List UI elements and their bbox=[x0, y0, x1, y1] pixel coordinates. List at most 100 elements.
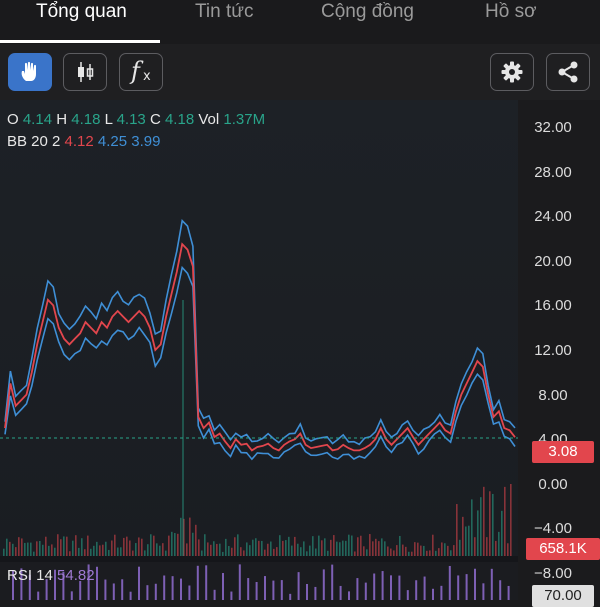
y-axis-label: 20.00 bbox=[534, 253, 572, 270]
volume-bar bbox=[462, 516, 464, 556]
rsi-bar bbox=[297, 572, 300, 600]
rsi-bar bbox=[154, 583, 157, 600]
volume-bar bbox=[195, 524, 197, 556]
volume-bar bbox=[330, 539, 332, 556]
price-chart[interactable] bbox=[0, 100, 600, 600]
volume-bar bbox=[258, 540, 260, 556]
rsi-bar bbox=[180, 578, 182, 600]
volume-bar bbox=[192, 532, 194, 556]
rsi-bar bbox=[440, 585, 443, 600]
volume-bar bbox=[93, 545, 95, 556]
volume-bar bbox=[210, 544, 212, 556]
rsi-bar bbox=[482, 583, 485, 600]
volume-bar bbox=[207, 542, 209, 556]
volume-bar bbox=[381, 538, 383, 556]
volume-bar bbox=[327, 550, 329, 556]
volume-bar bbox=[27, 542, 29, 556]
volume-bar bbox=[339, 542, 341, 556]
rsi-bar bbox=[423, 576, 426, 600]
rsi-bar bbox=[390, 575, 392, 600]
rsi-bar bbox=[196, 565, 199, 600]
tab-community[interactable]: Cộng đồng bbox=[321, 0, 414, 36]
rsi-bar bbox=[138, 566, 140, 600]
volume-bar bbox=[9, 541, 11, 556]
tab-profile[interactable]: Hồ sơ bbox=[485, 0, 537, 36]
volume-bar bbox=[387, 546, 389, 556]
rsi-bar bbox=[507, 585, 510, 600]
volume-bar bbox=[306, 551, 308, 556]
volume-bar bbox=[219, 543, 221, 556]
volume-bar bbox=[105, 541, 107, 556]
volume-bar bbox=[42, 544, 44, 556]
volume-bar bbox=[423, 545, 425, 556]
volume-bar bbox=[393, 550, 395, 556]
volume-tag: 658.1K bbox=[526, 538, 600, 560]
volume-bar bbox=[45, 536, 47, 556]
volume-bar bbox=[225, 538, 227, 556]
volume-bar bbox=[141, 538, 143, 556]
volume-bar bbox=[489, 491, 491, 556]
rsi-bar bbox=[238, 564, 241, 600]
volume-bar bbox=[312, 536, 314, 556]
tab-overview[interactable]: Tổng quan bbox=[36, 0, 127, 36]
rsi-bar bbox=[146, 585, 149, 600]
volume-bar bbox=[174, 533, 176, 556]
volume-bar bbox=[243, 550, 245, 556]
volume-bar bbox=[369, 534, 371, 556]
volume-bar bbox=[222, 551, 224, 556]
volume-bar bbox=[468, 525, 470, 556]
rsi-bar bbox=[96, 566, 98, 600]
volume-bar bbox=[426, 550, 428, 556]
rsi-bar bbox=[264, 576, 266, 600]
volume-bar bbox=[342, 540, 344, 556]
volume-bar bbox=[201, 550, 203, 556]
volume-bar bbox=[78, 547, 80, 556]
y-axis-label: −4.00 bbox=[534, 520, 572, 537]
volume-bar bbox=[246, 542, 248, 556]
volume-bar bbox=[75, 535, 77, 556]
rsi-bar bbox=[171, 576, 174, 600]
rsi-bar bbox=[129, 591, 132, 600]
chart-area[interactable]: O 4.14 H 4.18 L 4.13 C 4.18 Vol 1.37M BB… bbox=[0, 100, 600, 607]
volume-bar bbox=[384, 541, 386, 556]
rsi-bar bbox=[222, 573, 224, 600]
rsi-bar bbox=[188, 585, 191, 600]
volume-bar bbox=[213, 541, 215, 556]
indicators-button[interactable]: f x bbox=[119, 53, 163, 91]
volume-bar bbox=[399, 535, 401, 556]
volume-bar bbox=[324, 538, 326, 556]
volume-bar bbox=[15, 547, 17, 556]
volume-bar bbox=[30, 542, 32, 556]
volume-bar bbox=[159, 545, 161, 556]
volume-bar bbox=[411, 551, 413, 556]
active-tab-indicator bbox=[0, 40, 160, 43]
volume-bar bbox=[336, 541, 338, 556]
rsi-bar bbox=[205, 565, 208, 600]
rsi-bar bbox=[306, 584, 308, 600]
volume-bar bbox=[264, 549, 266, 556]
volume-bar bbox=[276, 547, 278, 556]
crosshair-button[interactable] bbox=[8, 53, 52, 91]
volume-bar bbox=[102, 544, 104, 556]
volume-bar bbox=[354, 551, 356, 556]
volume-bar bbox=[408, 551, 410, 556]
volume-bar bbox=[510, 484, 512, 556]
volume-bar bbox=[162, 543, 164, 556]
rsi-bar bbox=[499, 580, 502, 600]
rsi-bar bbox=[381, 571, 384, 600]
y-axis-label: −8.00 bbox=[534, 565, 572, 582]
volume-bar bbox=[297, 543, 299, 556]
volume-bar bbox=[168, 535, 170, 556]
share-button[interactable] bbox=[546, 53, 590, 91]
volume-bar bbox=[204, 534, 206, 556]
volume-bar bbox=[255, 538, 257, 556]
settings-button[interactable] bbox=[490, 53, 534, 91]
rsi-bar bbox=[348, 591, 350, 600]
volume-bar bbox=[474, 537, 476, 556]
volume-bar bbox=[492, 493, 494, 556]
volume-bar bbox=[315, 548, 317, 556]
tab-news[interactable]: Tin tức bbox=[195, 0, 253, 36]
share-icon bbox=[558, 61, 578, 83]
chart-type-button[interactable] bbox=[63, 53, 107, 91]
volume-bar bbox=[252, 539, 254, 556]
